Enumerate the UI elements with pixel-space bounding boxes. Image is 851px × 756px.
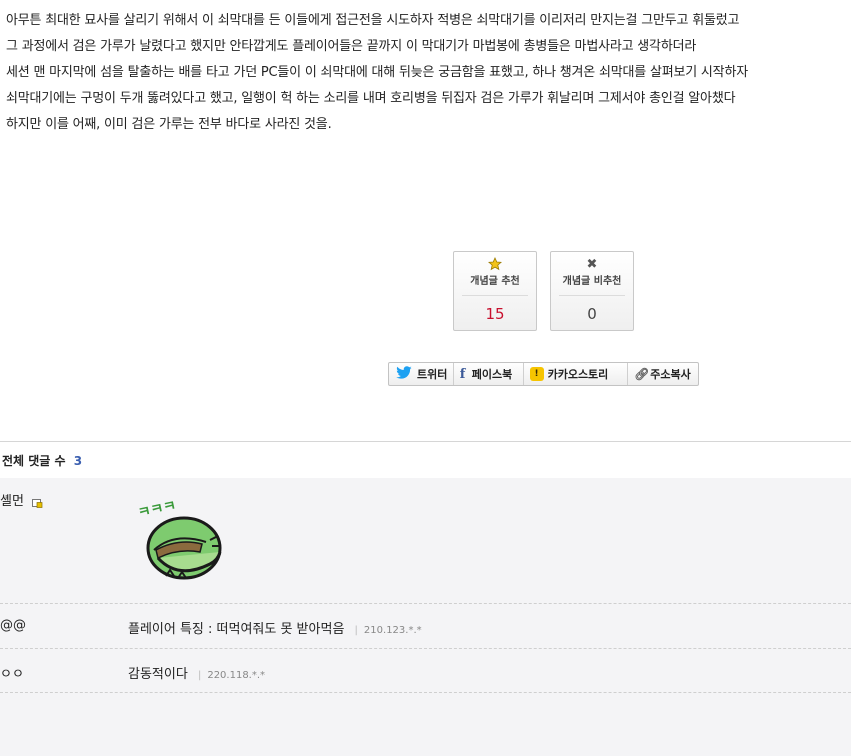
article-line: 하지만 이를 어째, 이미 검은 가루는 전부 바다로 사라진 것을. — [6, 117, 332, 132]
comment-author[interactable]: 셸먼 — [0, 490, 43, 509]
comment-ip: | 210.123.*.* — [354, 625, 422, 636]
comment-author-name[interactable]: ㅇㅇ — [0, 663, 24, 682]
not-recommend-count: 0 — [587, 305, 597, 323]
comment-item: @@ 플레이어 특징 : 떠먹여줘도 못 받아먹음 | 210.123.*.* — [0, 604, 851, 649]
star-icon — [454, 257, 536, 273]
comment-body: 플레이어 특징 : 떠먹여줘도 못 받아먹음 | 210.123.*.* — [128, 618, 422, 637]
comment-text: 감동적이다 — [128, 667, 188, 682]
comment-count-label: 전체 댓글 수 — [2, 454, 66, 468]
comment-ip: | 220.118.*.* — [197, 670, 266, 681]
twitter-icon — [395, 365, 413, 383]
comment-body: 감동적이다 | 220.118.*.* — [128, 663, 265, 682]
article-body: 아무튼 최대한 묘사를 살리기 위해서 이 쇠막대를 든 이들에게 접근전을 시… — [6, 8, 851, 138]
article-line: 쇠막대기에는 구멍이 두개 뚫려있다고 했고, 일행이 헉 하는 소리를 내며 … — [6, 91, 736, 106]
comment-author-name[interactable]: @@ — [0, 618, 26, 633]
comment-list: 셸먼 ㅋㅋㅋ @@ 플레이어 특징 : 떠먹여줘도 못 받아먹음 | 210.12… — [0, 478, 851, 756]
share-bar: 트위터 f 페이스북 ! 카카오스토리 🔗︎ 주소복사 — [388, 362, 699, 386]
comment-item: ㅇㅇ 감동적이다 | 220.118.*.* — [0, 649, 851, 693]
share-facebook-label: 페이스북 — [471, 368, 513, 381]
comment-author-name: 셸먼 — [0, 494, 24, 509]
comment-item: 셸먼 ㅋㅋㅋ — [0, 478, 851, 604]
divider — [462, 295, 528, 296]
divider — [0, 441, 851, 442]
comment-text: 플레이어 특징 : 떠먹여줘도 못 받아먹음 — [128, 622, 345, 637]
comment-count: 3 — [73, 454, 83, 468]
kakaostory-icon: ! — [529, 367, 544, 381]
copy-url-label: 주소복사 — [650, 368, 691, 381]
x-icon: ✖ — [586, 257, 598, 272]
article-line: 세션 맨 마지막에 섬을 탈출하는 배를 타고 가던 PC들이 이 쇠막대에 대… — [6, 65, 748, 80]
share-facebook-button[interactable]: f 페이스북 — [454, 363, 524, 385]
not-recommend-label: 개념글 비추천 — [562, 276, 622, 287]
share-twitter-button[interactable]: 트위터 — [389, 363, 454, 385]
divider — [559, 295, 625, 296]
share-kakaostory-button[interactable]: ! 카카오스토리 — [524, 363, 629, 385]
comment-count-header: 전체 댓글 수 3 — [2, 452, 82, 469]
article-line: 그 과정에서 검은 가루가 날렸다고 했지만 안타깝게도 플레이어들은 끝까지 … — [6, 39, 697, 54]
article-line: 아무튼 최대한 묘사를 살리기 위해서 이 쇠막대를 든 이들에게 접근전을 시… — [6, 13, 740, 28]
not-recommend-button[interactable]: ✖ 개념글 비추천 0 — [550, 251, 634, 331]
share-kakaostory-label: 카카오스토리 — [547, 368, 609, 381]
recommend-button[interactable]: 개념글 추천 15 — [453, 251, 537, 331]
recommend-count: 15 — [485, 305, 505, 323]
comment-ip-value: 210.123.*.* — [363, 625, 422, 636]
comment-ip-value: 220.118.*.* — [207, 670, 266, 681]
link-icon: 🔗︎ — [634, 367, 650, 381]
fixed-nick-icon — [32, 497, 43, 508]
copy-url-button[interactable]: 🔗︎ 주소복사 — [628, 363, 698, 385]
recommend-label: 개념글 추천 — [470, 276, 520, 287]
share-twitter-label: 트위터 — [417, 368, 448, 381]
comment-sticker: ㅋㅋㅋ — [136, 498, 232, 586]
facebook-icon: f — [459, 366, 466, 382]
